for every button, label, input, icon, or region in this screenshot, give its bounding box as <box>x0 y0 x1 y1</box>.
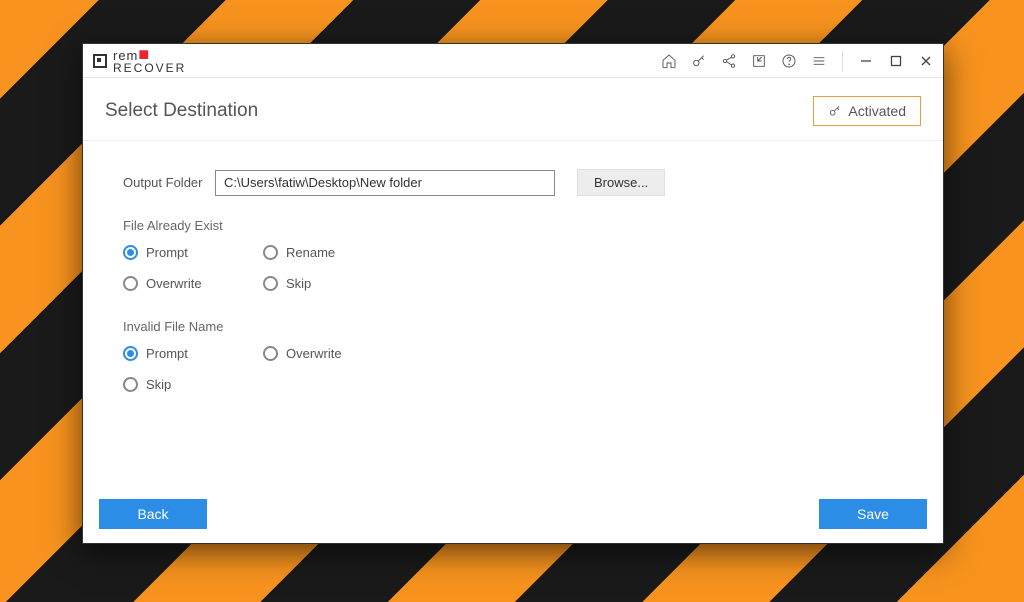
radio-icon <box>263 276 278 291</box>
output-folder-label: Output Folder <box>123 175 215 190</box>
home-icon[interactable] <box>658 50 680 72</box>
maximize-button[interactable] <box>885 50 907 72</box>
radio-label: Skip <box>146 377 171 392</box>
radio-label: Prompt <box>146 346 188 361</box>
minimize-button[interactable] <box>855 50 877 72</box>
radio-icon <box>123 276 138 291</box>
activated-badge[interactable]: Activated <box>813 96 921 126</box>
key-icon[interactable] <box>688 50 710 72</box>
titlebar-divider <box>842 51 843 71</box>
page-header: Select Destination Activated <box>83 78 943 141</box>
export-icon[interactable] <box>748 50 770 72</box>
form-body: Output Folder Browse... File Already Exi… <box>83 141 943 487</box>
close-button[interactable] <box>915 50 937 72</box>
key-small-icon <box>828 104 842 118</box>
app-window: rem■RECOVER Select Destination Activated… <box>82 43 944 544</box>
logo-icon <box>93 54 107 68</box>
radio-label: Skip <box>286 276 311 291</box>
menu-icon[interactable] <box>808 50 830 72</box>
radio-icon <box>123 377 138 392</box>
radio-label: Prompt <box>146 245 188 260</box>
output-folder-input[interactable] <box>215 170 555 196</box>
page-title: Select Destination <box>105 100 258 122</box>
browse-button[interactable]: Browse... <box>577 169 665 196</box>
titlebar: rem■RECOVER <box>83 44 943 78</box>
file-exist-skip[interactable]: Skip <box>263 276 423 291</box>
radio-label: Rename <box>286 245 335 260</box>
invalid-name-skip[interactable]: Skip <box>123 377 263 392</box>
file-exist-rename[interactable]: Rename <box>263 245 423 260</box>
activated-label: Activated <box>848 103 906 119</box>
radio-icon <box>263 245 278 260</box>
output-folder-row: Output Folder Browse... <box>123 169 903 196</box>
footer: Back Save <box>83 487 943 543</box>
file-exist-label: File Already Exist <box>123 218 903 233</box>
radio-icon <box>123 346 138 361</box>
radio-icon <box>123 245 138 260</box>
back-button[interactable]: Back <box>99 499 207 529</box>
file-exist-prompt[interactable]: Prompt <box>123 245 263 260</box>
file-exist-overwrite[interactable]: Overwrite <box>123 276 263 291</box>
invalid-name-group: Prompt Overwrite Skip <box>123 346 903 392</box>
share-icon[interactable] <box>718 50 740 72</box>
radio-label: Overwrite <box>286 346 342 361</box>
invalid-name-label: Invalid File Name <box>123 319 903 334</box>
app-logo: rem■RECOVER <box>93 47 186 74</box>
help-icon[interactable] <box>778 50 800 72</box>
titlebar-icons <box>658 50 937 72</box>
file-exist-group: Prompt Rename Overwrite Skip <box>123 245 903 291</box>
invalid-name-overwrite[interactable]: Overwrite <box>263 346 423 361</box>
radio-label: Overwrite <box>146 276 202 291</box>
invalid-name-prompt[interactable]: Prompt <box>123 346 263 361</box>
radio-icon <box>263 346 278 361</box>
logo-text: rem■RECOVER <box>113 47 186 74</box>
save-button[interactable]: Save <box>819 499 927 529</box>
